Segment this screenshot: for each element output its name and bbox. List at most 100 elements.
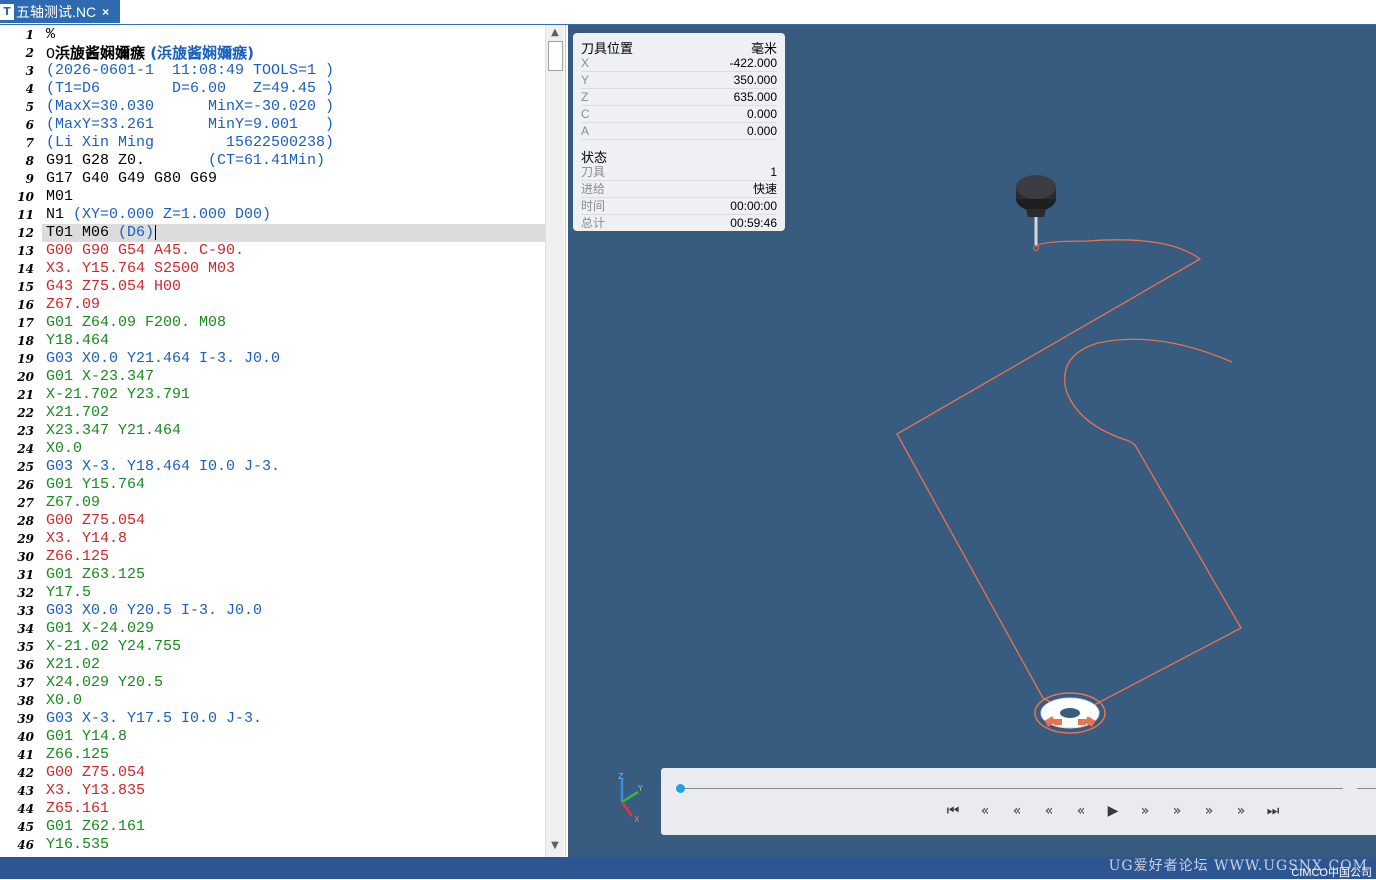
code-line[interactable]: (Li Xin Ming 15622500238) xyxy=(46,134,334,152)
code-area[interactable]: % O浜旇酱娴嬭瘯 (浜旇酱娴嬭瘯) (2026-0601-1 11:08:49 T… xyxy=(40,25,545,857)
code-token: (浜旇酱娴嬭瘯) xyxy=(145,44,254,62)
line-number: 1 xyxy=(25,28,34,42)
step-back-tool-icon[interactable]: « xyxy=(1007,802,1027,820)
step-back-point-icon[interactable]: « xyxy=(1071,802,1091,820)
code-line[interactable]: X21.02 xyxy=(46,656,100,674)
scrollbar-thumb[interactable] xyxy=(548,41,563,71)
tab-file[interactable]: T 五轴测试.NC × xyxy=(0,0,120,23)
code-line[interactable]: G00 Z75.054 xyxy=(46,764,145,782)
step-forward-tool-icon[interactable]: » xyxy=(1199,802,1219,820)
code-line[interactable]: Z65.161 xyxy=(46,800,109,818)
code-token: X21.02 xyxy=(46,656,101,673)
line-number: 31 xyxy=(17,568,34,582)
code-line[interactable]: M01 xyxy=(46,188,73,206)
axis-z-label: Z xyxy=(618,772,624,781)
code-line[interactable]: G01 X-24.029 xyxy=(46,620,154,638)
step-forward-z-icon[interactable]: » xyxy=(1167,802,1187,820)
simulation-viewport[interactable]: 刀具位置 毫米 X -422.000 Y 350.000 Z 635.000 C 0.0… xyxy=(568,25,1376,857)
line-number: 27 xyxy=(17,496,34,510)
code-line[interactable]: (MaxY=33.261 MinY=9.001 ) xyxy=(46,116,334,134)
line-number: 38 xyxy=(17,694,34,708)
scroll-down-arrow-icon[interactable]: ▼ xyxy=(549,840,561,854)
code-line[interactable]: Y16.535 xyxy=(46,836,109,854)
scroll-up-arrow-icon[interactable]: ▲ xyxy=(549,27,561,41)
code-line[interactable]: X-21.02 Y24.755 xyxy=(46,638,181,656)
skip-to-end-icon[interactable]: ⏭ xyxy=(1263,802,1283,820)
toolpath-rapid xyxy=(896,239,1202,699)
code-line[interactable]: Y17.5 xyxy=(46,584,91,602)
code-line[interactable]: X21.702 xyxy=(46,404,109,422)
code-token: G03 X0.0 Y20.5 I-3. J0.0 xyxy=(46,602,263,619)
code-line[interactable]: G43 Z75.054 H00 xyxy=(46,278,181,296)
code-token: X23.347 Y21.464 xyxy=(46,422,182,439)
vertical-scrollbar[interactable]: ▲ ▼ xyxy=(545,25,564,857)
step-back-zlevel-icon[interactable]: « xyxy=(1039,802,1059,820)
code-token: M01 xyxy=(46,188,74,205)
line-number: 22 xyxy=(17,406,34,420)
code-token: G00 Z75.054 xyxy=(46,764,146,781)
code-line[interactable]: X3. Y14.8 xyxy=(46,530,127,548)
code-line[interactable]: Z66.125 xyxy=(46,746,109,764)
code-line[interactable]: % xyxy=(46,26,55,44)
line-number: 9 xyxy=(25,172,34,186)
code-line[interactable]: (MaxX=30.030 MinX=-30.020 ) xyxy=(46,98,334,116)
line-number: 29 xyxy=(17,532,34,546)
step-forward-end-icon[interactable]: » xyxy=(1231,802,1251,820)
code-line[interactable]: O浜旇酱娴嬭瘯 (浜旇酱娴嬭瘯) xyxy=(46,44,254,63)
code-line[interactable]: G17 G40 G49 G80 G69 xyxy=(46,170,217,188)
code-line[interactable]: G03 X0.0 Y21.464 I-3. J0.0 xyxy=(46,350,280,368)
code-line[interactable]: X3. Y15.764 S2500 M03 xyxy=(46,260,235,278)
code-line[interactable]: X0.0 xyxy=(46,440,82,458)
code-line[interactable]: G01 X-23.347 xyxy=(46,368,154,386)
code-line[interactable]: G00 G90 G54 A45. C-90. xyxy=(46,242,244,260)
code-token: G01 Y14.8 xyxy=(46,728,128,745)
code-line[interactable]: (T1=D6 D=6.00 Z=49.45 ) xyxy=(46,80,334,98)
line-number: 3 xyxy=(25,64,34,78)
step-forward-point-icon[interactable]: » xyxy=(1135,802,1155,820)
code-line[interactable]: X3. Y13.835 xyxy=(46,782,145,800)
code-line[interactable]: Z67.09 xyxy=(46,494,100,512)
line-number: 46 xyxy=(17,838,34,852)
code-line[interactable]: G01 Z64.09 F200. M08 xyxy=(46,314,226,332)
code-token: Y18.464 xyxy=(46,332,110,349)
code-line[interactable]: G03 X-3. Y17.5 I0.0 J-3. xyxy=(46,710,262,728)
line-number: 2 xyxy=(25,46,34,60)
line-number: 45 xyxy=(17,820,34,834)
play-icon[interactable]: ▶ xyxy=(1103,802,1123,820)
line-number: 4 xyxy=(25,82,34,96)
code-line[interactable]: N1 (XY=0.000 Z=1.000 D00) xyxy=(46,206,271,224)
code-token: X-21.02 Y24.755 xyxy=(46,638,182,655)
code-line[interactable]: G03 X-3. Y18.464 I0.0 J-3. xyxy=(46,458,280,476)
progress-track[interactable] xyxy=(680,788,1343,789)
line-number: 5 xyxy=(25,100,34,114)
close-icon[interactable]: × xyxy=(102,5,109,19)
code-line[interactable]: Z66.125 xyxy=(46,548,109,566)
line-number: 41 xyxy=(17,748,34,762)
code-line[interactable]: G00 Z75.054 xyxy=(46,512,145,530)
code-line[interactable]: X-21.702 Y23.791 xyxy=(46,386,190,404)
line-number: 32 xyxy=(17,586,34,600)
code-line[interactable]: X24.029 Y20.5 xyxy=(46,674,163,692)
line-number: 42 xyxy=(17,766,34,780)
code-line[interactable]: (2026-0601-1 11:08:49 TOOLS=1 ) xyxy=(46,62,334,80)
line-number: 43 xyxy=(17,784,34,798)
code-line[interactable]: X23.347 Y21.464 xyxy=(46,422,181,440)
code-line[interactable]: G01 Y14.8 xyxy=(46,728,127,746)
code-line[interactable]: G01 Z63.125 xyxy=(46,566,145,584)
code-line[interactable]: G01 Y15.764 xyxy=(46,476,145,494)
nc-code-editor[interactable]: 1 2 3 4 5 6 7 8 9 10 11 12 13 14 15 16 17 18 19 20 21 22 23 24 2… xyxy=(0,25,566,857)
code-line[interactable]: Z67.09 xyxy=(46,296,100,314)
line-number: 37 xyxy=(17,676,34,690)
progress-slider-handle[interactable] xyxy=(676,784,685,793)
step-back-z-icon[interactable]: « xyxy=(975,802,995,820)
code-token: X3. Y13.835 xyxy=(46,782,146,799)
code-line[interactable]: G01 Z62.161 xyxy=(46,818,145,836)
code-token: G01 Y15.764 xyxy=(46,476,146,493)
code-line[interactable]: Y18.464 xyxy=(46,332,109,350)
code-line[interactable]: X0.0 xyxy=(46,692,82,710)
code-token: 浜旇酱娴嬭瘯 xyxy=(55,44,146,62)
code-line[interactable]: G03 X0.0 Y20.5 I-3. J0.0 xyxy=(46,602,262,620)
skip-to-start-icon[interactable]: ⏮ xyxy=(943,802,963,820)
code-line[interactable]: T01 M06 (D6) xyxy=(42,224,545,242)
code-line[interactable]: G91 G28 Z0. (CT=61.41Min) xyxy=(46,152,325,170)
